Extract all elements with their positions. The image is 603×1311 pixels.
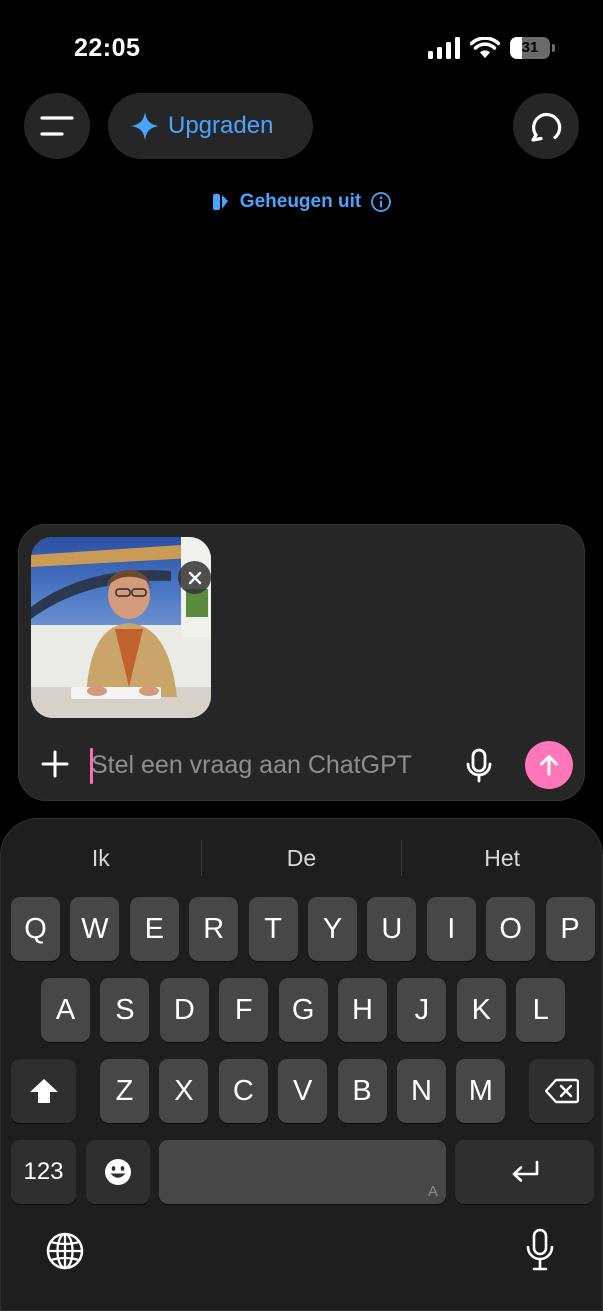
emoji-icon [105, 1159, 131, 1185]
memory-label: Geheugen uit [239, 191, 362, 212]
emoji-key[interactable] [86, 1140, 150, 1204]
menu-button[interactable] [24, 93, 90, 159]
suggestion-bar: Ik De Het [1, 839, 602, 877]
key-n[interactable]: N [397, 1059, 446, 1123]
key-a[interactable]: A [41, 978, 90, 1042]
suggestion-item[interactable]: De [202, 839, 402, 877]
backspace-icon [544, 1078, 579, 1104]
signal-icon [428, 37, 460, 59]
shift-icon [29, 1079, 58, 1103]
key-f[interactable]: F [219, 978, 269, 1042]
key-d[interactable]: D [159, 978, 209, 1042]
memory-icon [212, 194, 228, 210]
key-j[interactable]: J [397, 978, 447, 1042]
new-chat-button[interactable] [513, 93, 579, 159]
upgrade-button[interactable]: Upgraden [108, 93, 313, 159]
key-x[interactable]: X [159, 1059, 209, 1123]
key-w[interactable]: W [70, 897, 120, 961]
key-u[interactable]: U [367, 897, 417, 961]
key-s[interactable]: S [100, 978, 150, 1042]
upgrade-label: Upgraden [168, 112, 274, 139]
microphone-icon [466, 748, 492, 783]
space-key-mark: A [427, 1183, 438, 1200]
memory-status[interactable]: Geheugen uit [0, 191, 603, 213]
battery-icon: 31 [510, 37, 550, 59]
message-input[interactable] [91, 745, 451, 785]
status-time: 22:05 [74, 34, 141, 62]
key-k[interactable]: K [456, 978, 506, 1042]
return-icon [512, 1160, 538, 1182]
key-p[interactable]: P [545, 897, 595, 961]
menu-icon [40, 116, 74, 136]
key-q[interactable]: Q [11, 897, 60, 961]
key-z[interactable]: Z [100, 1059, 149, 1123]
info-icon[interactable] [370, 191, 392, 213]
composer [18, 524, 585, 801]
suggestion-item[interactable]: Ik [1, 839, 201, 877]
new-chat-icon [531, 112, 562, 142]
key-l[interactable]: L [516, 978, 566, 1042]
battery-tip [552, 44, 555, 52]
key-r[interactable]: R [189, 897, 239, 961]
sparkle-icon [131, 112, 159, 140]
microphone-icon [526, 1228, 554, 1271]
key-c[interactable]: C [218, 1059, 268, 1123]
keyboard-dictation-button[interactable] [521, 1227, 559, 1273]
key-e[interactable]: E [129, 897, 179, 961]
space-key[interactable]: A [159, 1140, 446, 1204]
globe-button[interactable] [43, 1229, 87, 1273]
plus-icon [41, 750, 69, 778]
wifi-icon [470, 37, 500, 58]
key-b[interactable]: B [337, 1059, 387, 1123]
numbers-key[interactable]: 123 [11, 1140, 76, 1204]
arrow-up-icon [540, 755, 558, 776]
remove-attachment-button[interactable] [178, 561, 211, 594]
close-icon [188, 571, 201, 584]
key-y[interactable]: Y [308, 897, 357, 961]
shift-key[interactable] [11, 1059, 76, 1123]
keyboard: Ik De Het QWERTYUIOPASDFGHJKLZXCVBNM 123… [0, 818, 603, 1311]
key-h[interactable]: H [338, 978, 387, 1042]
key-o[interactable]: O [486, 897, 536, 961]
add-attachment-button[interactable] [36, 745, 74, 783]
backspace-key[interactable] [529, 1059, 594, 1123]
dictation-button[interactable] [459, 744, 499, 788]
suggestion-item[interactable]: Het [402, 839, 602, 877]
send-button[interactable] [525, 741, 573, 789]
attached-image-thumbnail[interactable] [31, 537, 211, 718]
key-m[interactable]: M [456, 1059, 506, 1123]
key-t[interactable]: T [248, 897, 298, 961]
battery-level: 31 [521, 39, 539, 56]
key-g[interactable]: G [278, 978, 328, 1042]
status-icons: 31 [428, 37, 555, 59]
return-key[interactable] [455, 1140, 594, 1204]
text-caret [90, 748, 93, 784]
globe-icon [46, 1232, 84, 1270]
key-v[interactable]: V [278, 1059, 328, 1123]
key-i[interactable]: I [426, 897, 476, 961]
